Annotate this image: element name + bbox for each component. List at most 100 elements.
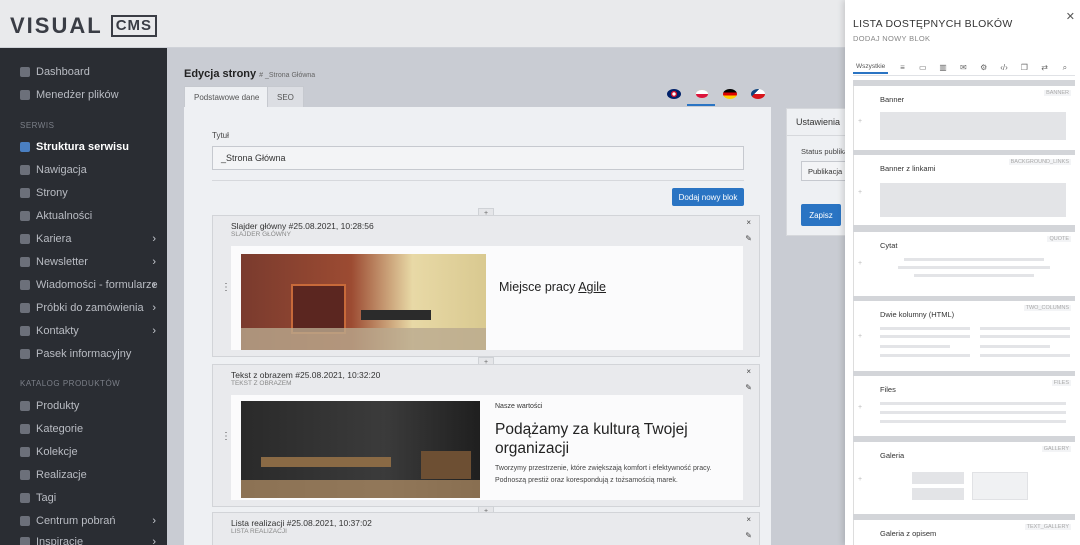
add-block-button[interactable]: Dodaj nowy blok [672, 188, 744, 206]
mail-filter-icon[interactable]: ✉ [953, 63, 973, 72]
tab-seo[interactable]: SEO [267, 86, 304, 108]
realizations-icon [20, 470, 30, 480]
block-option-code: BACKGROUND_LINKS [1008, 159, 1071, 165]
block-option-two-columns[interactable]: Dwie kolumny (HTML) TWO_COLUMNS + [853, 301, 1075, 371]
slider-heading: Miejsce pracy Agile [499, 280, 606, 294]
block-option-files[interactable]: Files FILES + [853, 376, 1075, 436]
sidebar-item-products[interactable]: Produkty [20, 398, 160, 414]
logo-text: VISUAL [10, 13, 103, 38]
sidebar-item-contacts[interactable]: Kontakty › [20, 323, 160, 339]
block-option-gallery-description[interactable]: Galeria z opisem TEXT_GALLERY [853, 520, 1075, 545]
page-title: Edycja strony # _Strona Główna [184, 68, 315, 80]
contacts-icon [20, 326, 30, 336]
flag-de-icon[interactable] [723, 89, 737, 99]
sidebar-item-label: Kategorie [36, 423, 84, 435]
block-option-code: QUOTE [1047, 236, 1071, 242]
block-title: Lista realizacji #25.08.2021, 10:37:02 [231, 518, 372, 528]
available-blocks-list: Banner BANNER + Banner z linkami BACKGRO… [853, 80, 1075, 545]
pages-icon [20, 188, 30, 198]
drag-handle-icon[interactable]: ⋮ [221, 431, 231, 442]
map-filter-icon[interactable]: ▥ [933, 63, 953, 72]
copy-filter-icon[interactable]: ❐ [1014, 63, 1034, 72]
sidebar-item-label: Kolekcje [36, 446, 78, 458]
chevron-right-icon: › [152, 536, 156, 545]
sidebar-item-file-manager[interactable]: Menedżer plików [20, 87, 160, 103]
search-icon[interactable]: ⌕ [1055, 63, 1075, 73]
sidebar-item-news[interactable]: Aktualności [20, 208, 160, 224]
plus-icon: + [858, 260, 863, 267]
sidebar-item-label: Nawigacja [36, 164, 87, 176]
flag-pl-icon[interactable] [695, 89, 709, 99]
filter-all[interactable]: Wszystkie [853, 61, 889, 74]
sidebar-item-newsletter[interactable]: Newsletter › [20, 254, 160, 270]
sidebar-item-categories[interactable]: Kategorie [20, 421, 160, 437]
block-option-label: Banner [880, 95, 905, 104]
preview-placeholder [880, 335, 970, 338]
sidebar-item-inspirations[interactable]: Inspiracje › [20, 534, 160, 545]
content-block-slider: Slajder główny #25.08.2021, 10:28:56 SLA… [212, 215, 760, 357]
tab-basic-data[interactable]: Podstawowe dane [184, 86, 270, 108]
block-option-label: Galeria z opisem [880, 529, 937, 538]
app-logo[interactable]: VISUAL CMS [10, 13, 158, 39]
chevron-right-icon: › [152, 233, 156, 245]
image-filter-icon[interactable]: ▭ [913, 63, 933, 72]
products-icon [20, 401, 30, 411]
close-icon[interactable]: × [746, 515, 751, 524]
sidebar-item-messages[interactable]: Wiadomości - formularze › [20, 277, 160, 293]
block-preview: Nasze wartości Podążamy za kulturą Twoje… [231, 395, 743, 500]
preview-placeholder [980, 354, 1070, 357]
preview-placeholder [880, 327, 970, 330]
block-title: Tekst z obrazem #25.08.2021, 10:32:20 [231, 370, 381, 380]
close-icon[interactable]: ✕ [1066, 10, 1075, 23]
slider-heading-link[interactable]: Agile [578, 280, 606, 294]
close-icon[interactable]: × [746, 367, 751, 376]
sidebar-item-structure[interactable]: Struktura serwisu [20, 139, 160, 155]
repeat-filter-icon[interactable]: ⇄ [1034, 63, 1054, 72]
settings-filter-icon[interactable]: ⚙ [974, 63, 994, 72]
block-option-label: Cytat [880, 241, 898, 250]
block-option-gallery[interactable]: Galeria GALLERY + [853, 442, 1075, 514]
title-input[interactable]: _Strona Główna [212, 146, 744, 170]
flag-cz-icon[interactable] [751, 89, 765, 99]
sidebar-item-navigation[interactable]: Nawigacja [20, 162, 160, 178]
sidebar-item-info-bar[interactable]: Pasek informacyjny [20, 346, 160, 362]
preview-placeholder [880, 345, 950, 348]
block-option-quote[interactable]: Cytat QUOTE + [853, 232, 1075, 296]
sidebar-item-pages[interactable]: Strony [20, 185, 160, 201]
logo-badge: CMS [110, 15, 158, 37]
edit-icon[interactable]: ✎ [745, 234, 752, 243]
preview-placeholder [912, 488, 964, 500]
slider-heading-text: Miejsce pracy [499, 280, 576, 294]
sidebar-item-realizations[interactable]: Realizacje [20, 467, 160, 483]
edit-icon[interactable]: ✎ [745, 383, 752, 392]
code-filter-icon[interactable]: ‹/› [994, 63, 1014, 72]
divider [212, 180, 744, 181]
sidebar-item-collections[interactable]: Kolekcje [20, 444, 160, 460]
block-option-banner-links[interactable]: Banner z linkami BACKGROUND_LINKS + [853, 155, 1075, 225]
plus-icon: + [858, 333, 863, 340]
block-option-banner[interactable]: Banner BANNER + [853, 86, 1075, 150]
slider-image [241, 254, 486, 350]
sidebar-item-tags[interactable]: Tagi [20, 490, 160, 506]
edit-icon[interactable]: ✎ [745, 531, 752, 540]
drag-handle-icon[interactable]: ⋮ [221, 282, 231, 293]
blocks-drawer: LISTA DOSTĘPNYCH BLOKÓW DODAJ NOWY BLOK … [845, 0, 1080, 545]
news-icon [20, 211, 30, 221]
preview-placeholder [980, 345, 1050, 348]
preview-placeholder [972, 472, 1028, 500]
career-icon [20, 234, 30, 244]
settings-title: Ustawienia [796, 117, 841, 127]
text-filter-icon[interactable]: ≡ [892, 63, 912, 72]
sidebar-item-samples[interactable]: Próbki do zamówienia › [20, 300, 160, 316]
sidebar-item-dashboard[interactable]: Dashboard [20, 64, 160, 80]
block-type: SLAJDER GŁÓWNY [231, 231, 291, 238]
status-select[interactable]: Publikacja [801, 161, 847, 181]
sidebar-item-career[interactable]: Kariera › [20, 231, 160, 247]
flag-en-icon[interactable] [667, 89, 681, 99]
collections-icon [20, 447, 30, 457]
newsletter-icon [20, 257, 30, 267]
save-button[interactable]: Zapisz [801, 204, 841, 226]
sidebar-item-downloads[interactable]: Centrum pobrań › [20, 513, 160, 529]
close-icon[interactable]: × [746, 218, 751, 227]
block-option-label: Banner z linkami [880, 164, 936, 173]
